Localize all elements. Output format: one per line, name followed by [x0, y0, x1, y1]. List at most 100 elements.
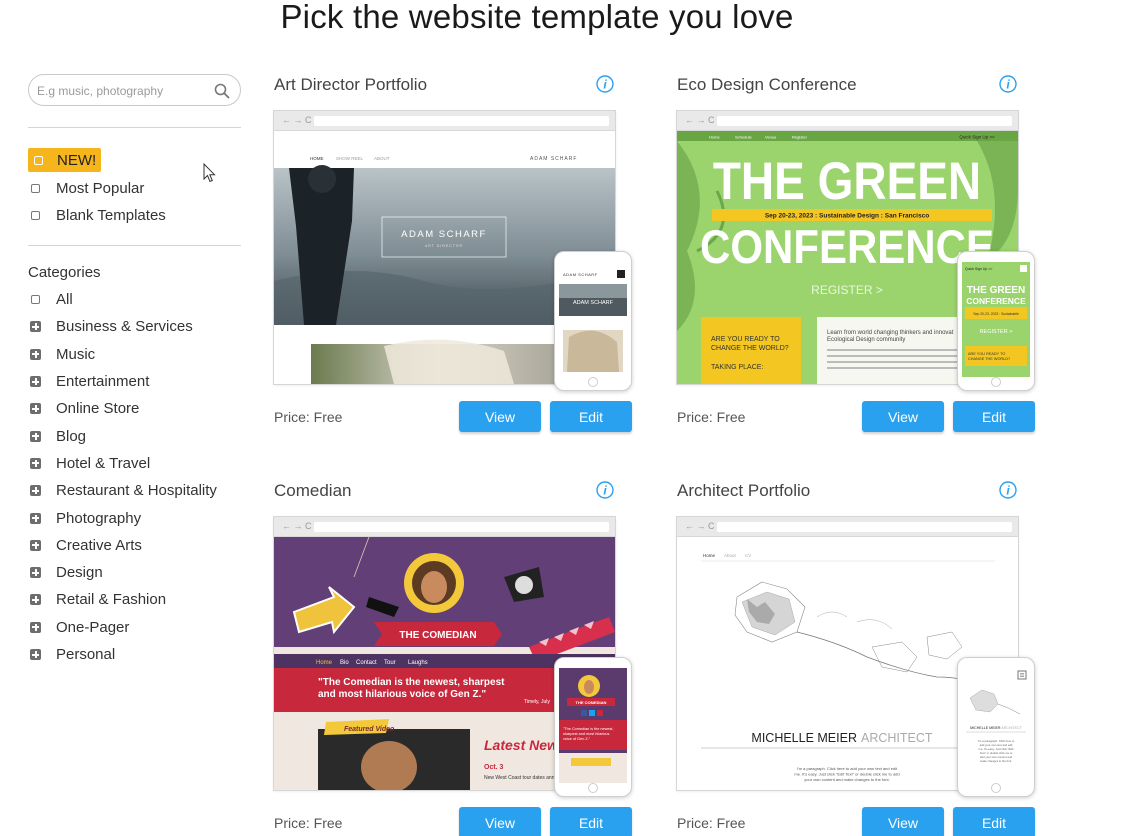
preview-headline-1: THE GREEN — [713, 151, 981, 211]
preview-nav-home: Home — [703, 553, 716, 558]
category-all[interactable]: All — [28, 286, 241, 313]
preview-name-dark: MICHELLE MEIER — [751, 731, 857, 745]
home-button-icon — [588, 377, 598, 387]
category-hotel-travel[interactable]: Hotel & Travel — [28, 450, 241, 477]
preview-nav-home: HOME — [310, 156, 324, 161]
expand-plus-icon[interactable] — [30, 621, 41, 633]
edit-button[interactable]: Edit — [550, 401, 632, 432]
expand-plus-icon[interactable] — [30, 348, 41, 360]
svg-text:Sep 20-23, 2023 : Sustainable: Sep 20-23, 2023 : Sustainable — [973, 312, 1019, 316]
search-box — [28, 74, 241, 106]
category-music[interactable]: Music — [28, 341, 241, 368]
mobile-signup: Quick Sign Up >> — [965, 267, 992, 271]
preview-nav-about: ABOUT — [374, 156, 390, 161]
view-button[interactable]: View — [862, 807, 944, 836]
home-button-icon — [991, 783, 1001, 793]
category-label: Creative Arts — [56, 536, 142, 554]
edit-button[interactable]: Edit — [953, 401, 1035, 432]
expand-plus-icon[interactable] — [30, 567, 41, 579]
preview-nav-laughs: Laughs — [408, 660, 428, 666]
mobile-headline-1: THE GREEN — [967, 285, 1025, 296]
category-label: Online Store — [56, 400, 140, 418]
category-label: Music — [56, 345, 96, 363]
expand-plus-icon[interactable] — [30, 457, 41, 469]
view-button[interactable]: View — [459, 807, 541, 836]
expand-plus-icon[interactable] — [30, 376, 41, 388]
category-entertainment[interactable]: Entertainment — [28, 368, 241, 395]
category-retail-fashion[interactable]: Retail & Fashion — [28, 586, 241, 613]
filter-blank-templates[interactable]: Blank Templates — [28, 202, 241, 229]
browser-nav-icon: ← → C — [685, 115, 715, 125]
mobile-preview-image: THE COMEDIAN "The Comedian is the newest… — [559, 668, 627, 783]
category-design[interactable]: Design — [28, 559, 241, 586]
expand-plus-icon[interactable] — [30, 594, 41, 606]
preview-hero-name: ADAM SCHARF — [401, 229, 487, 240]
search-icon[interactable] — [214, 83, 230, 99]
svg-text:I'm a paragraph. Click here to: I'm a paragraph. Click here to add your o… — [978, 739, 1015, 763]
preview-nav-showreel: SHOW REEL — [336, 156, 364, 161]
edit-button[interactable]: Edit — [550, 807, 632, 836]
info-icon[interactable]: i — [596, 75, 614, 93]
home-button-icon — [991, 377, 1001, 387]
expand-plus-icon[interactable] — [30, 539, 41, 551]
view-button[interactable]: View — [459, 401, 541, 432]
info-icon[interactable]: i — [596, 481, 614, 499]
info-icon[interactable]: i — [999, 481, 1017, 499]
mobile-preview-image: MICHELLE MEIER ARCHITECT I'm a paragraph… — [962, 668, 1030, 783]
expand-plus-icon[interactable] — [30, 485, 41, 497]
template-price: Price: Free — [274, 409, 343, 425]
preview-headline-2: CONFERENCE — [700, 222, 994, 274]
preview-nav-tour: Tour — [384, 660, 396, 666]
preview-news-date: Oct. 3 — [484, 764, 504, 771]
expand-plus-icon[interactable] — [30, 403, 41, 415]
mouse-cursor-icon — [203, 163, 216, 183]
category-business-services[interactable]: Business & Services — [28, 313, 241, 340]
category-restaurant-hospitality[interactable]: Restaurant & Hospitality — [28, 477, 241, 504]
browser-nav-icon: ← → C — [282, 521, 312, 531]
preview-quote-source: Timely, July — [524, 699, 550, 705]
preview-nav-schedule: Schedule — [735, 135, 752, 140]
mobile-brand: ADAM SCHARF — [563, 272, 598, 277]
search-input[interactable] — [37, 81, 207, 101]
template-name: Eco Design Conference — [677, 75, 857, 94]
sidebar-divider — [28, 127, 241, 128]
category-online-store[interactable]: Online Store — [28, 395, 241, 422]
category-creative-arts[interactable]: Creative Arts — [28, 532, 241, 559]
preview-nav-bio: Bio — [340, 660, 349, 666]
checkbox-icon — [34, 155, 43, 165]
preview-dates: Sep 20-23, 2023 : Sustainable Design : S… — [765, 213, 929, 220]
expand-plus-icon[interactable] — [30, 649, 41, 660]
mobile-preview: MICHELLE MEIER ARCHITECT I'm a paragraph… — [957, 657, 1035, 797]
category-personal[interactable]: Personal — [28, 641, 241, 668]
svg-text:I'm a paragraph. Click here to: I'm a paragraph. Click here to add your … — [794, 766, 899, 782]
browser-bar: ← → C — [274, 111, 615, 131]
template-price: Price: Free — [274, 815, 343, 831]
preview-nav-venue: Venue — [765, 135, 777, 140]
edit-button[interactable]: Edit — [953, 807, 1035, 836]
category-label: Blog — [56, 427, 87, 445]
view-button[interactable]: View — [862, 401, 944, 432]
mobile-preview: THE COMEDIAN "The Comedian is the newest… — [554, 657, 632, 797]
checkbox-icon — [31, 295, 40, 305]
category-photography[interactable]: Photography — [28, 504, 241, 531]
checkbox-icon — [31, 184, 40, 193]
filter-list: NEW! Most Popular Blank Templates — [28, 148, 241, 229]
category-label: Design — [56, 564, 103, 582]
mobile-cta: REGISTER > — [980, 329, 1013, 335]
template-price: Price: Free — [677, 409, 746, 425]
mobile-preview: ADAM SCHARF ADAM SCHARF — [554, 251, 632, 391]
preview-cta: REGISTER > — [811, 283, 883, 297]
filter-new-label: NEW! — [57, 151, 97, 169]
category-one-pager[interactable]: One-Pager — [28, 614, 241, 641]
mobile-preview-image: ADAM SCHARF ADAM SCHARF — [559, 262, 627, 377]
category-label: Personal — [56, 646, 116, 663]
sidebar-divider — [28, 245, 241, 246]
info-icon[interactable]: i — [999, 75, 1017, 93]
category-blog[interactable]: Blog — [28, 422, 241, 449]
template-price: Price: Free — [677, 815, 746, 831]
svg-text:"The Comedian is the newest, s: "The Comedian is the newest, sharpest and… — [318, 677, 505, 700]
expand-plus-icon[interactable] — [30, 512, 41, 524]
expand-plus-icon[interactable] — [30, 430, 41, 442]
template-name: Comedian — [274, 481, 352, 500]
expand-plus-icon[interactable] — [30, 321, 41, 333]
